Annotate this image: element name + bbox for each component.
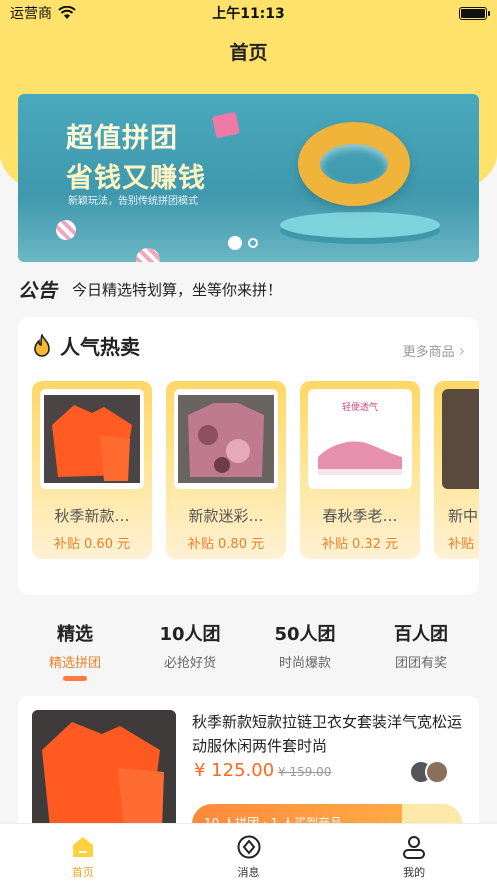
tab-label: 首页 [71, 866, 94, 879]
product-subsidy: 补贴 0.32 元 [321, 537, 399, 552]
product-image [174, 389, 278, 489]
product-subsidy: 补贴 0.60 元 [53, 537, 131, 552]
status-bar: 运营商 上午11:13 [0, 0, 497, 26]
clock: 上午11:13 [212, 6, 285, 22]
pedestal-decoration [280, 212, 440, 238]
hot-product-card[interactable]: 新款迷彩… 补贴 0.80 元 [166, 381, 286, 559]
candy-decoration [56, 220, 76, 240]
compass-icon [237, 835, 260, 859]
product-title: 秋季新款短款拉链卫衣女套装洋气宽松运动服休闲两件套时尚 [192, 713, 463, 755]
gold-ring-decoration [298, 122, 410, 206]
category-tabs: 精选 精选拼团 10人团 必抢好货 50人团 时尚爆款 百人团 团团有奖 [0, 620, 497, 682]
notice-bar[interactable]: 公告 今日精选特划算，坐等你来拼！ [18, 274, 479, 304]
carousel-dot[interactable] [248, 238, 258, 248]
product-price: ¥ 125.00 [194, 760, 275, 781]
tab-title: 50人团 [274, 624, 336, 645]
tab-100-group[interactable]: 百人团 团团有奖 [366, 620, 476, 671]
hot-product-card[interactable]: 新中 补贴 [434, 381, 479, 559]
tab-messages[interactable]: 消息 [166, 824, 332, 883]
product-thumbnail [32, 710, 176, 830]
tab-subtitle: 团团有奖 [394, 656, 447, 671]
carousel-dots[interactable] [228, 236, 258, 250]
fire-icon [34, 333, 50, 357]
tab-subtitle: 必抢好货 [163, 656, 216, 671]
tab-title: 百人团 [394, 624, 448, 645]
section-title: 人气热卖 [60, 335, 140, 359]
page-title: 首页 [229, 42, 268, 64]
tab-title: 10人团 [159, 624, 221, 645]
product-image [442, 389, 479, 489]
bottom-tab-bar: 首页 消息 我的 [0, 823, 497, 883]
notice-tag: 公告 [18, 279, 59, 302]
product-name: 新中 [448, 507, 479, 525]
carousel-dot-active[interactable] [228, 236, 242, 250]
original-price: ¥ 159.00 [278, 765, 332, 779]
more-label: 更多商品 [402, 345, 455, 360]
tab-featured[interactable]: 精选 精选拼团 [20, 620, 130, 671]
hot-sales-card: 人气热卖 更多商品 › 秋季新款… 补贴 0.60 元 新款迷彩… 补贴 0.8… [18, 317, 479, 595]
promo-banner[interactable]: 超值拼团 省钱又赚钱 新颖玩法，告别传统拼团模式 [18, 94, 479, 262]
tab-home[interactable]: 首页 [0, 824, 166, 883]
tab-label: 消息 [237, 866, 260, 879]
tab-profile[interactable]: 我的 [331, 824, 497, 883]
tab-title: 精选 [57, 624, 93, 645]
shoe-caption: 轻便透气 [341, 402, 378, 413]
avatar [425, 760, 449, 784]
hot-product-card[interactable]: 轻便透气 春秋季老… 补贴 0.32 元 [300, 381, 420, 559]
banner-title: 超值拼团 [66, 123, 178, 154]
tab-label: 我的 [403, 866, 426, 879]
product-name: 秋季新款… [54, 507, 130, 525]
product-name: 新款迷彩… [188, 507, 264, 525]
product-subsidy: 补贴 0.80 元 [187, 537, 265, 552]
battery-icon [459, 6, 490, 20]
chevron-right-icon: › [458, 341, 465, 360]
banner-slogan: 省钱又赚钱 [66, 163, 206, 194]
product-name: 春秋季老… [322, 507, 398, 525]
tab-50-group[interactable]: 50人团 时尚爆款 [250, 620, 360, 671]
gift-icon [211, 111, 241, 139]
notice-text: 今日精选特划算，坐等你来拼！ [72, 280, 283, 299]
banner-subtitle: 新颖玩法，告别传统拼团模式 [68, 196, 198, 207]
participant-avatars [409, 760, 449, 784]
product-list-item[interactable]: 秋季新款短款拉链卫衣女套装洋气宽松运动服休闲两件套时尚 ¥ 125.00 ¥ 1… [18, 696, 479, 836]
product-image [40, 389, 144, 489]
tab-10-group[interactable]: 10人团 必抢好货 [135, 620, 245, 671]
candy-decoration [136, 248, 160, 262]
tab-subtitle: 精选拼团 [48, 656, 101, 671]
tab-subtitle: 时尚爆款 [278, 656, 331, 671]
active-tab-indicator [63, 676, 87, 681]
hot-product-card[interactable]: 秋季新款… 补贴 0.60 元 [32, 381, 152, 559]
home-icon [72, 837, 93, 857]
more-products-link[interactable]: 更多商品 › [403, 341, 465, 360]
user-icon [403, 836, 426, 859]
product-subsidy: 补贴 [448, 537, 475, 552]
product-image: 轻便透气 [308, 389, 412, 489]
